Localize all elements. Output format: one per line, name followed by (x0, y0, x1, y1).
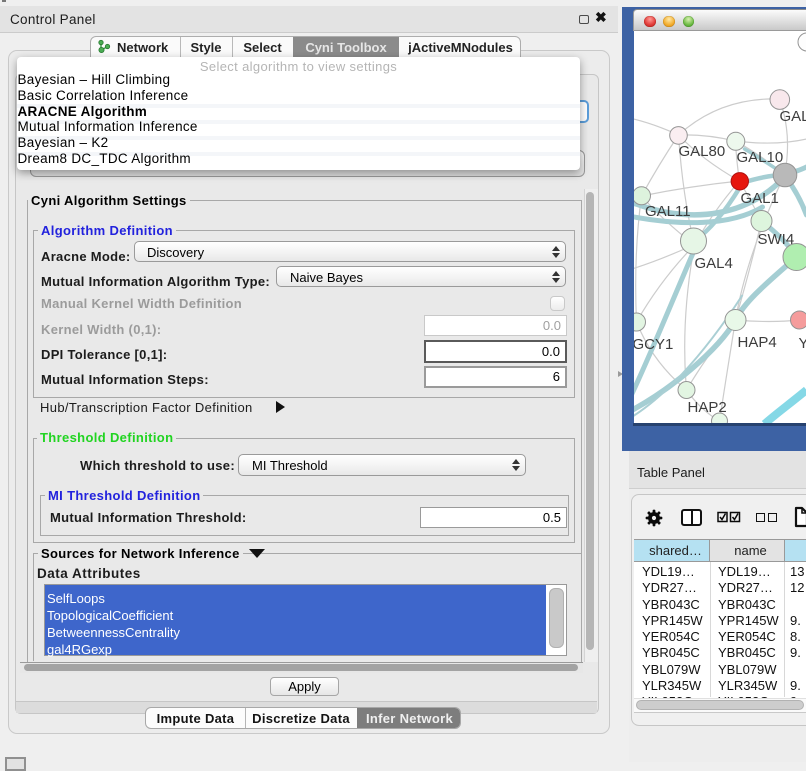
svg-text:GAL80: GAL80 (678, 143, 725, 160)
svg-text:HAP4: HAP4 (737, 334, 776, 351)
svg-text:HAP2: HAP2 (687, 399, 726, 416)
svg-text:GAL10: GAL10 (736, 149, 783, 166)
svg-text:GAL11: GAL11 (645, 203, 691, 220)
svg-text:SWI4: SWI4 (757, 231, 794, 248)
svg-text:GAL1: GAL1 (740, 190, 778, 207)
svg-text:GAL: GAL (779, 108, 806, 125)
svg-text:GCY1: GCY1 (634, 336, 673, 353)
svg-text:Y: Y (798, 335, 806, 352)
svg-text:GAL4: GAL4 (694, 255, 732, 272)
